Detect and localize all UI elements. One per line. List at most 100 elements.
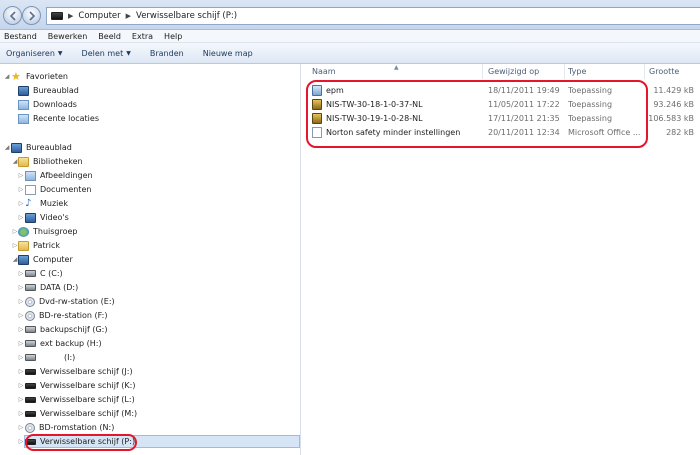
collapse-arrow-icon[interactable]: ◢ [3,73,11,80]
nav-drive-i[interactable]: (I:) [25,351,75,364]
desktop-icon [18,85,29,96]
videos-icon [25,212,36,223]
nav-drive-m[interactable]: Verwisselbare schijf (M:) [25,407,137,420]
column-header-name[interactable]: Naam [312,67,336,76]
new-folder-button[interactable]: Nieuwe map [203,49,253,58]
nav-drive-p[interactable]: Verwisselbare schijf (P:) [24,435,300,448]
column-header-size[interactable]: Grootte [649,67,679,76]
nav-drive-k[interactable]: Verwisselbare schijf (K:) [25,379,136,392]
nav-item-label: BD-romstation (N:) [39,423,115,432]
arrow-right-icon [28,10,35,21]
nav-lib-documents[interactable]: Documenten [25,183,91,196]
nav-lib-pictures[interactable]: Afbeeldingen [25,169,93,182]
file-row[interactable]: NIS-TW-30-19-1-0-28-NL 17/11/2011 21:35 … [310,112,694,126]
file-name: Norton safety minder instellingen [326,128,461,137]
chevron-right-icon: ▶ [125,12,132,20]
file-list-pane[interactable]: ▲ Naam Gewijzigd op Type Grootte epm 18/… [302,64,700,455]
file-type: Toepassing [568,114,613,123]
menu-edit[interactable]: Bewerken [48,32,88,41]
navigation-pane[interactable]: ◢ ★ Favorieten Bureaublad Downloads Rece… [0,64,301,455]
nav-favorites[interactable]: ★ Favorieten [11,70,68,83]
chevron-right-icon: ▶ [68,12,74,20]
file-row[interactable]: epm 18/11/2011 19:49 Toepassing 11.429 k… [310,84,694,98]
file-size: 93.246 kB [653,100,694,109]
collapse-arrow-icon[interactable]: ◢ [3,144,11,151]
music-icon: ♪ [25,197,32,209]
nav-drive-j[interactable]: Verwisselbare schijf (J:) [25,365,133,378]
hard-drive-icon [25,270,36,277]
nav-drive-n[interactable]: BD-romstation (N:) [25,421,114,434]
expand-arrow-icon[interactable]: ▷ [17,172,25,179]
nav-item-label: Dvd-rw-station (E:) [39,297,115,306]
nav-item-label: Bureaublad [26,143,72,152]
external-drive-icon [25,326,36,333]
menu-tools[interactable]: Extra [132,32,153,41]
expand-arrow-icon[interactable]: ▷ [17,186,25,193]
expand-arrow-icon[interactable]: ▷ [17,410,25,417]
nav-drive-f[interactable]: BD-re-station (F:) [25,309,107,322]
expand-arrow-icon[interactable]: ▷ [17,284,25,291]
nav-drive-l[interactable]: Verwisselbare schijf (L:) [25,393,135,406]
menu-file[interactable]: Bestand [4,32,37,41]
file-name: NIS-TW-30-18-1-0-37-NL [326,100,423,109]
command-toolbar: Organiseren ▼ Delen met ▼ Branden Nieuwe… [0,43,700,64]
nav-item-label: Patrick [33,241,61,250]
removable-drive-icon [25,438,36,445]
nav-item-label: Computer [33,255,73,264]
back-button[interactable] [3,6,22,25]
nav-drive-d[interactable]: DATA (D:) [25,281,78,294]
expand-arrow-icon[interactable]: ▷ [17,382,25,389]
organize-button[interactable]: Organiseren ▼ [6,49,63,58]
nav-drive-e[interactable]: Dvd-rw-station (E:) [25,295,115,308]
expand-arrow-icon[interactable]: ▷ [17,298,25,305]
file-row[interactable]: Norton safety minder instellingen 20/11/… [310,126,694,140]
nav-computer[interactable]: Computer [18,253,73,266]
column-divider[interactable] [644,64,645,79]
breadcrumb-computer[interactable]: Computer [78,11,120,21]
nav-lib-videos[interactable]: Video's [25,211,69,224]
expand-arrow-icon[interactable]: ▷ [17,270,25,277]
nav-fav-desktop[interactable]: Bureaublad [18,84,79,97]
nav-fav-recent[interactable]: Recente locaties [18,112,99,125]
file-row[interactable]: NIS-TW-30-18-1-0-37-NL 11/05/2011 17:22 … [310,98,694,112]
nav-desktop[interactable]: Bureaublad [11,141,72,154]
application-icon [312,113,322,124]
column-header-modified[interactable]: Gewijzigd op [488,67,539,76]
column-header-type[interactable]: Type [568,67,586,76]
dvd-drive-icon [25,296,35,307]
expand-arrow-icon[interactable]: ▷ [17,214,25,221]
nav-item-label: Downloads [33,100,77,109]
expand-arrow-icon[interactable]: ▷ [17,368,25,375]
nav-fav-downloads[interactable]: Downloads [18,98,77,111]
expand-arrow-icon[interactable]: ▷ [17,424,25,431]
libraries-icon [18,156,29,167]
nav-drive-h[interactable]: ext backup (H:) [25,337,102,350]
nav-libraries[interactable]: Bibliotheken [18,155,83,168]
nav-item-label: Recente locaties [33,114,99,123]
burn-button[interactable]: Branden [150,49,184,58]
menu-view[interactable]: Beeld [98,32,121,41]
sort-ascending-icon: ▲ [394,64,399,71]
nav-lib-music[interactable]: ♪ Muziek [25,197,68,210]
column-divider[interactable] [564,64,565,79]
expand-arrow-icon[interactable]: ▷ [17,326,25,333]
expand-arrow-icon[interactable]: ▷ [17,396,25,403]
column-divider[interactable] [482,64,483,79]
expand-arrow-icon[interactable]: ▷ [17,312,25,319]
breadcrumb-drive[interactable]: Verwisselbare schijf (P:) [136,11,237,21]
expand-arrow-icon[interactable]: ▷ [17,340,25,347]
nav-user[interactable]: Patrick [18,239,60,252]
nav-drive-c[interactable]: C (C:) [25,267,63,280]
nav-homegroup[interactable]: Thuisgroep [18,225,78,238]
removable-drive-icon [51,12,63,20]
nav-favorites-label: Favorieten [26,72,68,81]
file-size: 106.583 kB [648,114,694,123]
expand-arrow-icon[interactable]: ▷ [17,354,25,361]
share-with-button[interactable]: Delen met ▼ [82,49,131,58]
forward-button[interactable] [22,6,41,25]
address-bar[interactable]: ▶ Computer ▶ Verwisselbare schijf (P:) [46,7,700,25]
nav-item-label: Verwisselbare schijf (P:) [40,437,136,446]
expand-arrow-icon[interactable]: ▷ [17,200,25,207]
nav-drive-g[interactable]: backupschijf (G:) [25,323,108,336]
menu-help[interactable]: Help [164,32,182,41]
